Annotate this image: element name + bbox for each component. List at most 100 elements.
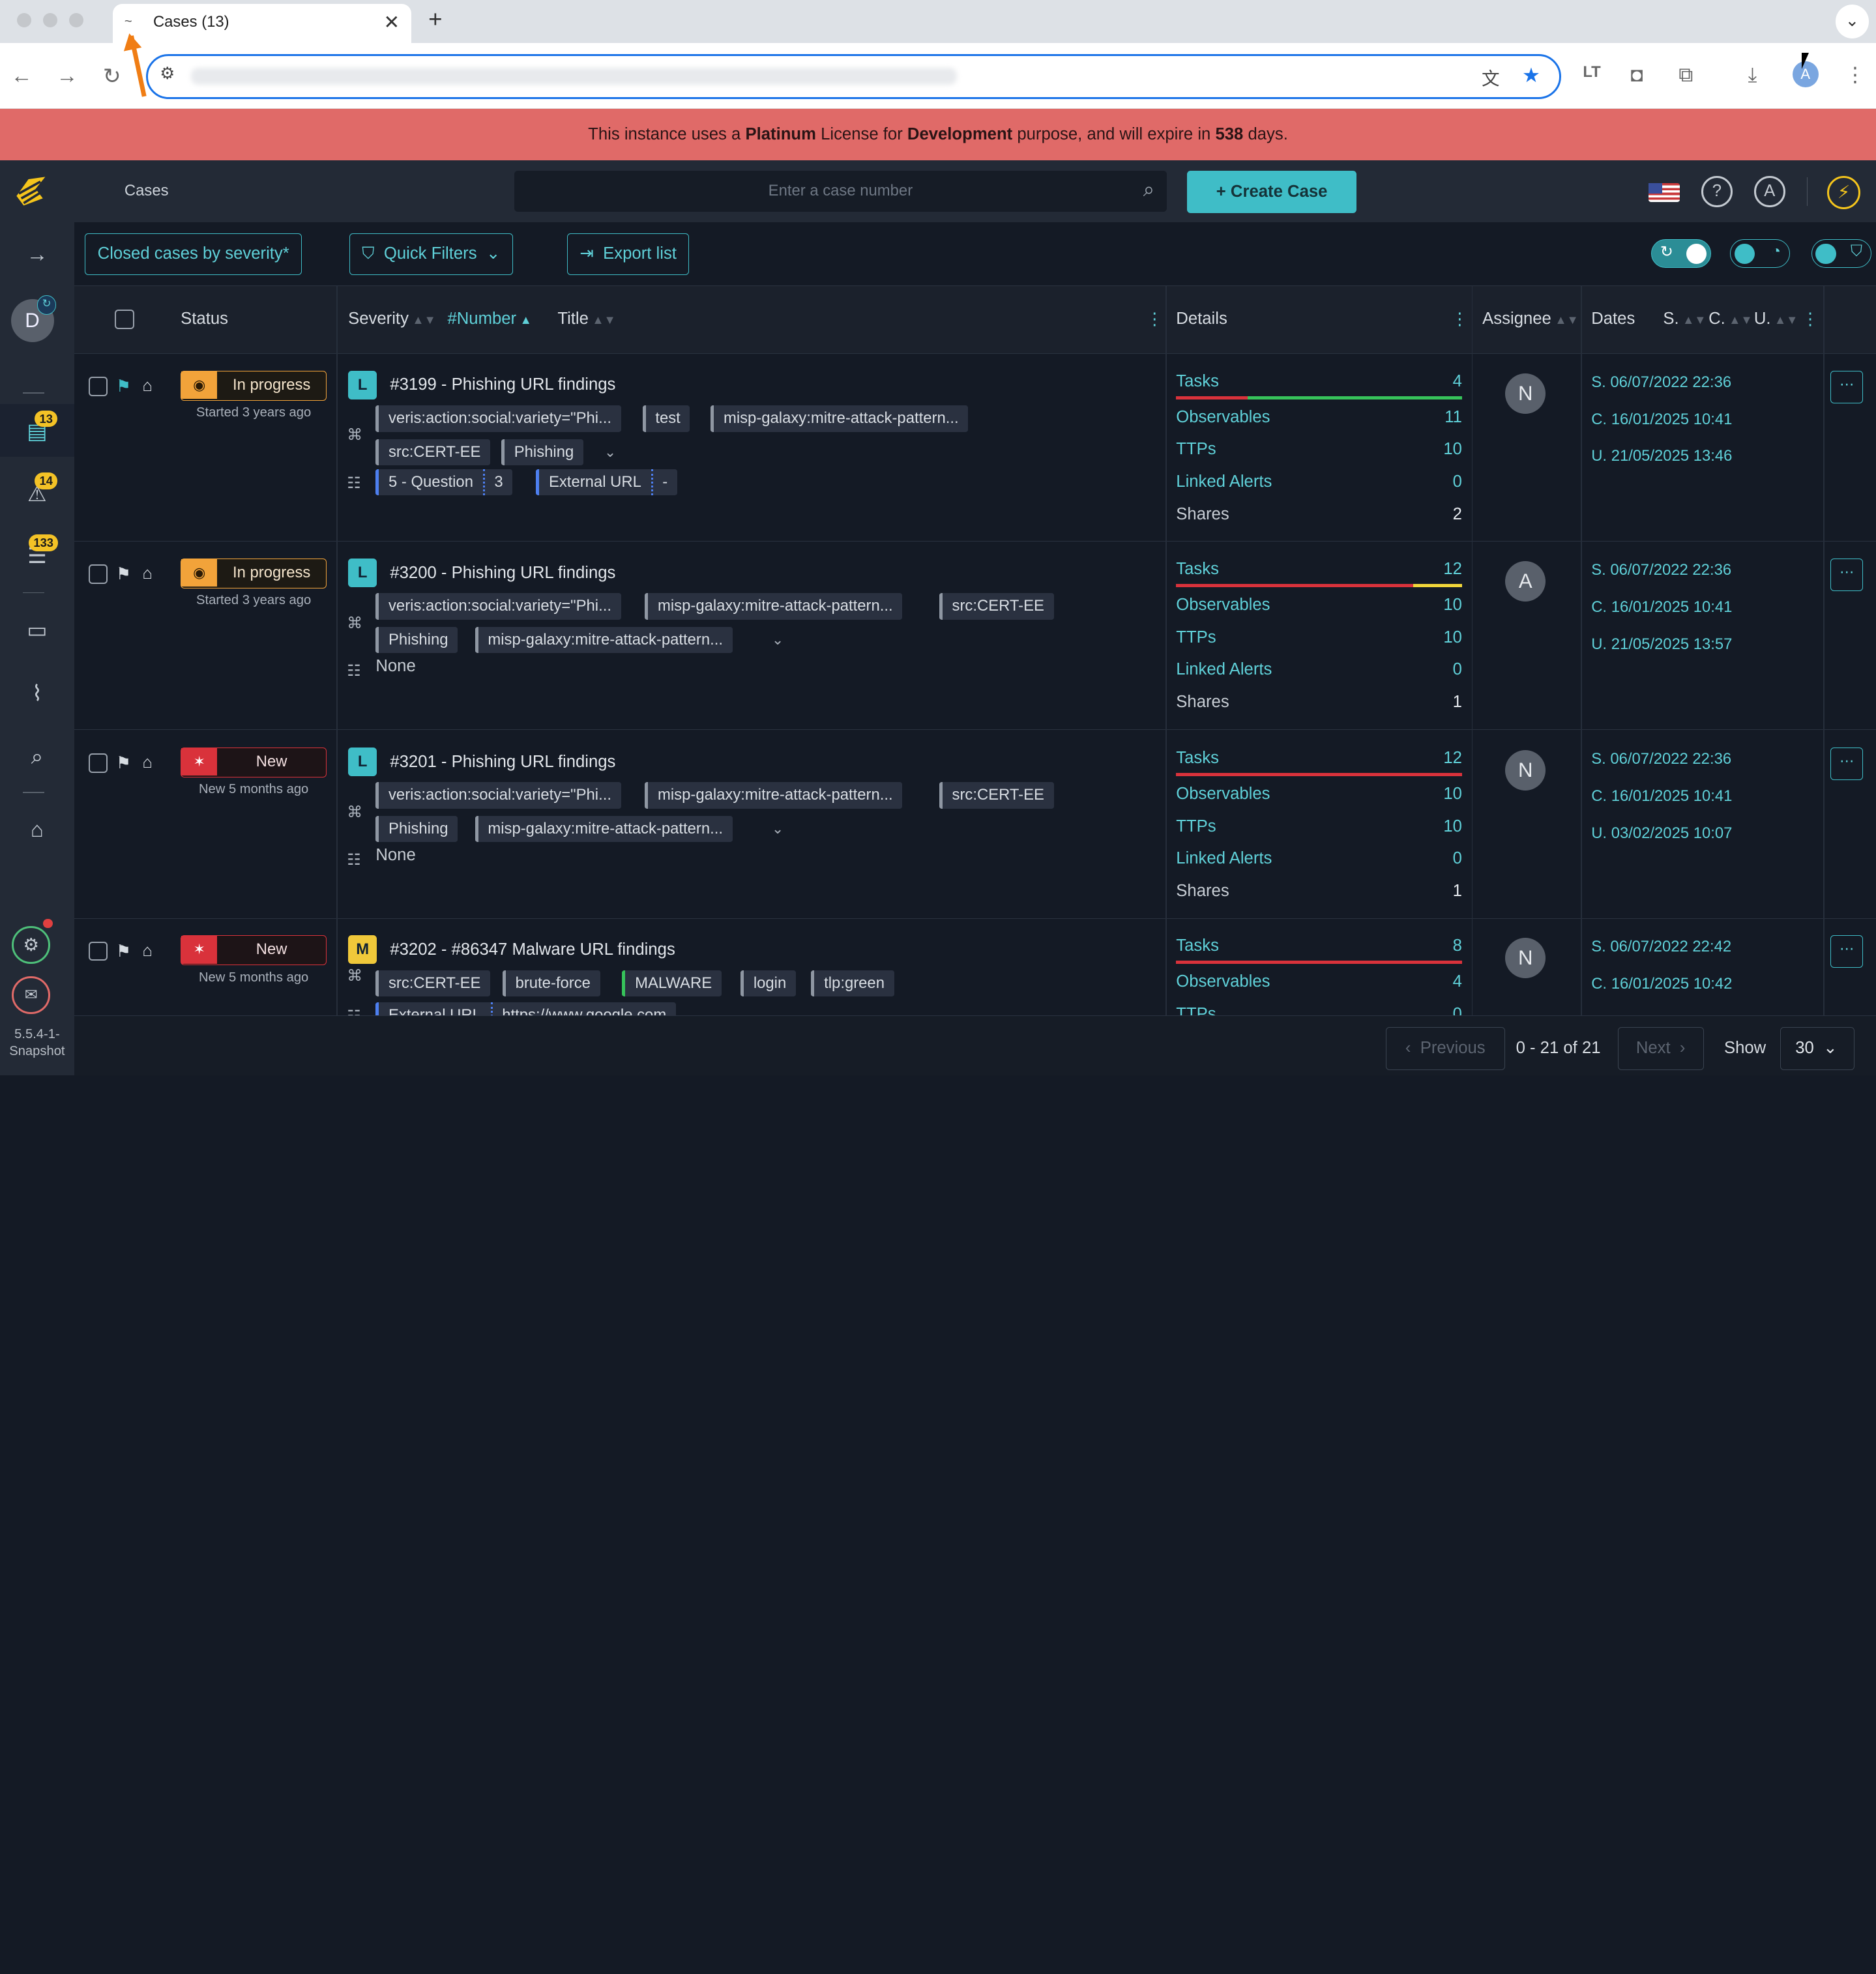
tag[interactable]: Phishing [375,626,458,654]
user-avatar[interactable]: A [1753,175,1785,207]
custom-field[interactable]: 5 - Question 3 [375,469,513,495]
row-actions-button[interactable]: ⋯ [1830,559,1863,591]
tag[interactable]: Phishing [375,815,458,843]
forward-icon[interactable]: → [56,63,78,88]
thehive-logo-icon[interactable] [12,172,50,210]
help-icon[interactable]: ? [1701,175,1733,207]
col-title[interactable]: Title ▲▼ [557,310,615,328]
assignee-avatar[interactable]: N [1505,373,1546,414]
tag[interactable]: src:CERT-EE [375,439,491,465]
row-actions-button[interactable]: ⋯ [1830,935,1863,968]
flag-icon[interactable]: ⚑ [116,942,131,961]
next-page-button[interactable]: Next › [1617,1026,1704,1070]
detail-tasks-label[interactable]: Tasks [1176,372,1219,391]
reload-icon[interactable]: ↻ [103,63,121,89]
extensions-icon[interactable]: ⧉ [1678,63,1693,87]
tag[interactable]: misp-galaxy:mitre-attack-pattern... [711,405,969,432]
site-settings-icon[interactable]: ⚙ [160,64,175,83]
chat-icon[interactable]: ✉ [12,976,51,1015]
filters-panel-toggle[interactable]: ⛉ [1811,239,1871,269]
tag[interactable]: test [642,405,690,432]
tag[interactable]: veris:action:social:variety="Phi... [375,405,621,432]
table-row[interactable]: ⚑ ⌂ ◉ In progress Started 3 years ago L #3199 … [74,354,1876,542]
table-row[interactable]: ⚑ ⌂ ✶ New New 5 months ago L #3201 - Phishing … [74,731,1876,919]
col-date-start[interactable]: S. ▲▼ [1663,310,1706,328]
knowledge-base-icon[interactable]: ▭ [0,617,74,643]
browser-menu-icon[interactable]: ⋮ [1845,63,1865,87]
search-icon[interactable]: ⌕ [0,744,74,770]
detail-ttps-label[interactable]: TTPs [1176,440,1216,459]
tag[interactable]: login [740,970,796,996]
tag[interactable]: misp-galaxy:mitre-attack-pattern... [475,626,733,654]
bookmark-star-icon[interactable]: ★ [1522,64,1540,87]
detail-alerts-label[interactable]: Linked Alerts [1176,660,1272,679]
tag[interactable]: src:CERT-EE [375,970,491,996]
case-title-link[interactable]: #3200 - Phishing URL findings [390,564,615,583]
select-all-checkbox[interactable] [115,310,134,329]
address-bar[interactable]: ⚙ 文 ★ [145,53,1562,100]
tag[interactable]: MALWARE [622,970,722,996]
export-list-button[interactable]: ⇥ Export list [567,233,690,276]
col-date-created[interactable]: C. ▲▼ [1708,310,1753,328]
tag[interactable]: src:CERT-EE [939,593,1054,620]
detail-observables-label[interactable]: Observables [1176,408,1270,427]
tag[interactable]: misp-galaxy:mitre-attack-pattern... [475,815,733,843]
column-menu-icon[interactable]: ⋮ [1802,310,1819,329]
row-actions-button[interactable]: ⋯ [1830,748,1863,780]
tag[interactable]: veris:action:social:variety="Phi... [375,593,621,620]
detail-observables-label[interactable]: Observables [1176,785,1270,804]
page-size-select[interactable]: 30 ⌄ [1780,1026,1855,1070]
auto-refresh-toggle[interactable]: ↻ [1650,239,1711,269]
detail-observables-label[interactable]: Observables [1176,596,1270,615]
tag[interactable]: misp-galaxy:mitre-attack-pattern... [645,593,903,620]
case-title-link[interactable]: #3201 - Phishing URL findings [390,753,615,772]
assignee-avatar[interactable]: A [1505,560,1546,602]
flag-filled-icon[interactable]: ⚑ [116,377,131,396]
expand-tags-chevron-icon[interactable]: ⌄ [772,820,784,837]
assignee-avatar[interactable]: N [1505,749,1546,791]
detail-tasks-label[interactable]: Tasks [1176,936,1219,955]
detail-tasks-label[interactable]: Tasks [1176,560,1219,579]
flag-icon[interactable]: ⚑ [116,564,131,584]
row-actions-button[interactable]: ⋯ [1830,370,1863,403]
row-checkbox[interactable] [88,941,108,961]
new-tab-button[interactable]: + [428,6,442,33]
detail-ttps-label[interactable]: TTPs [1176,628,1216,647]
translate-icon[interactable]: 文 [1482,64,1500,90]
bitwarden-icon[interactable]: ◘ [1631,63,1643,87]
tag[interactable]: tlp:green [811,970,894,996]
organisation-bank-icon[interactable]: ⌂ [0,817,74,842]
case-title-link[interactable]: #3199 - Phishing URL findings [390,375,615,394]
tag[interactable]: misp-galaxy:mitre-attack-pattern... [645,782,903,809]
window-zoom-dot[interactable] [69,13,84,28]
col-status[interactable]: Status [181,310,228,328]
expand-tags-chevron-icon[interactable]: ⌄ [604,444,616,461]
languagetool-icon[interactable]: LT [1583,63,1600,81]
column-menu-icon[interactable]: ⋮ [1451,310,1468,329]
tab-close-icon[interactable]: ✕ [383,11,400,34]
row-checkbox[interactable] [88,564,108,584]
table-row[interactable]: ⚑ ⌂ ◉ In progress Started 3 years ago L #3200 … [74,542,1876,730]
detail-alerts-label[interactable]: Linked Alerts [1176,849,1272,868]
assignee-avatar[interactable]: N [1505,938,1546,979]
search-icon[interactable]: ⌕ [1143,178,1154,202]
flag-icon[interactable]: ⚑ [116,753,131,773]
tab-search-button[interactable]: ⌄ [1835,5,1869,38]
custom-field[interactable]: External URL - [536,469,677,495]
detail-ttps-label[interactable]: TTPs [1176,817,1216,836]
expand-tags-chevron-icon[interactable]: ⌄ [772,631,784,648]
quick-filters-button[interactable]: ⛉ Quick Filters ⌄ [349,233,513,276]
browser-tab[interactable]: ~ Cases (13) ✕ [112,3,412,44]
tag[interactable]: Phishing [501,439,583,465]
stats-toggle[interactable]: ◔ [1730,239,1790,269]
col-number[interactable]: #Number ▲ [447,310,531,328]
download-icon[interactable]: ⤓ [1748,63,1757,87]
language-flag-icon[interactable] [1649,182,1680,203]
switch-org-icon[interactable]: ↻ [37,295,57,315]
tag[interactable]: brute-force [502,970,600,996]
case-title-link[interactable]: #3202 - #86347 Malware URL findings [390,940,675,959]
detail-tasks-label[interactable]: Tasks [1176,749,1219,768]
previous-page-button[interactable]: ‹ Previous [1385,1026,1506,1070]
col-severity[interactable]: Severity ▲▼ [348,310,436,328]
quick-actions-bolt-icon[interactable]: ⚡ [1826,175,1861,210]
